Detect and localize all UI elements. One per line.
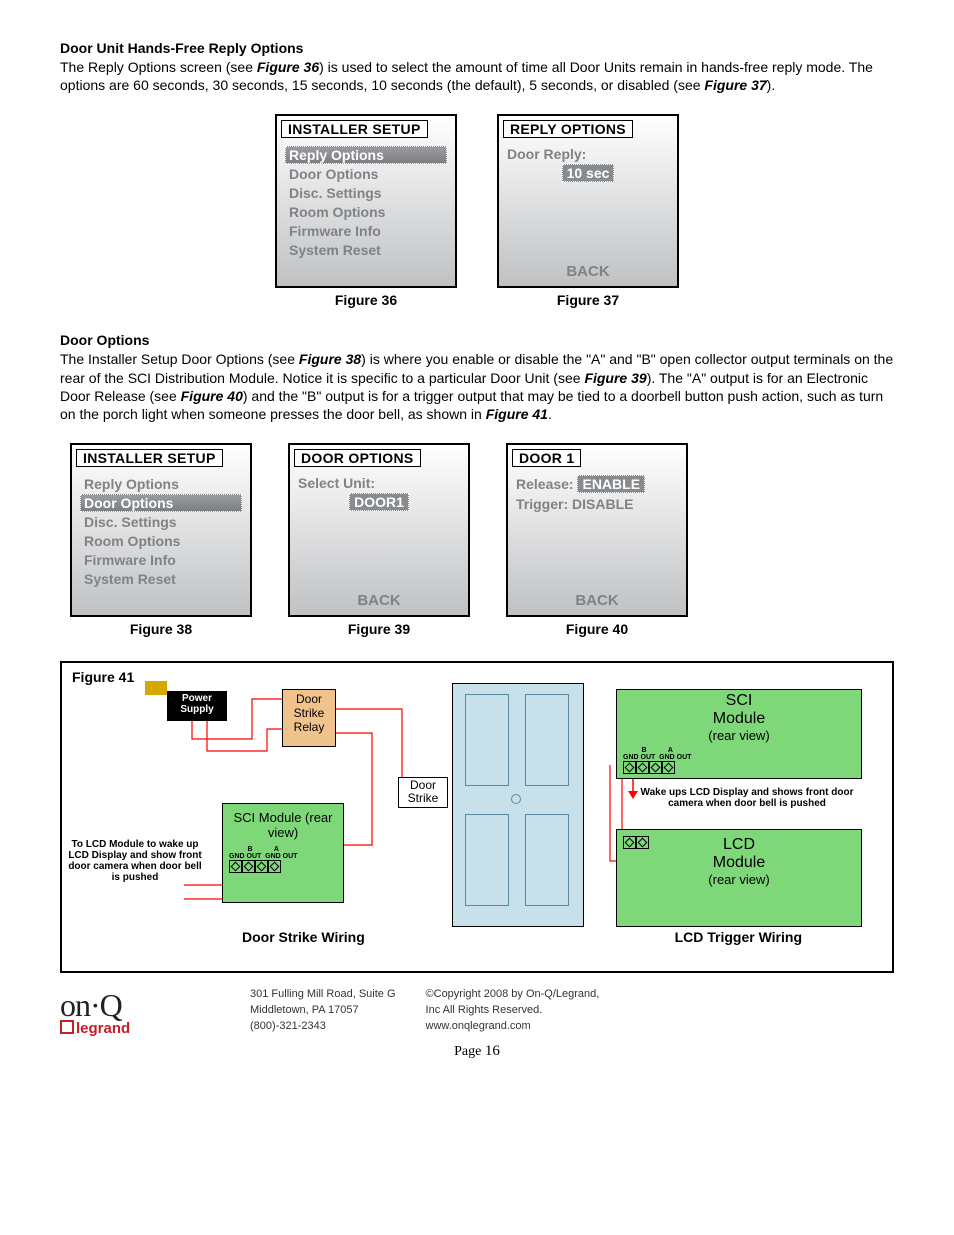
screen-installer-setup-36: INSTALLER SETUP Reply Options Door Optio… xyxy=(275,114,457,288)
figure-38: INSTALLER SETUP Reply Options Door Optio… xyxy=(70,443,252,637)
menu-item[interactable]: Firmware Info xyxy=(80,551,242,569)
figure-36: INSTALLER SETUP Reply Options Door Optio… xyxy=(275,114,457,308)
selected-unit-value[interactable]: DOOR1 xyxy=(349,493,409,511)
figure-caption: Figure 37 xyxy=(557,292,619,308)
menu-item[interactable]: Room Options xyxy=(285,203,447,221)
menu-item[interactable]: System Reset xyxy=(285,241,447,259)
trigger-label: Trigger: xyxy=(516,496,568,512)
back-button[interactable]: BACK xyxy=(499,263,677,280)
menu-item[interactable]: Door Options xyxy=(80,494,242,512)
onq-logo-text: on·Q xyxy=(60,987,180,1024)
arrow-icon xyxy=(626,779,640,802)
menu-item[interactable]: Reply Options xyxy=(285,146,447,164)
figure-row-36-37: INSTALLER SETUP Reply Options Door Optio… xyxy=(60,114,894,308)
door-reply-value[interactable]: 10 sec xyxy=(562,164,615,182)
menu-item[interactable]: Door Options xyxy=(285,165,447,183)
screen-title: REPLY OPTIONS xyxy=(503,120,633,138)
menu-item[interactable]: Disc. Settings xyxy=(80,513,242,531)
menu-item[interactable]: System Reset xyxy=(80,570,242,588)
figure-caption: Figure 39 xyxy=(348,621,410,637)
screen-reply-options: REPLY OPTIONS Door Reply: 10 sec BACK xyxy=(497,114,679,288)
screen-title: INSTALLER SETUP xyxy=(281,120,428,138)
door-strike-wiring-caption: Door Strike Wiring xyxy=(242,929,365,945)
door-illustration xyxy=(452,683,584,927)
select-unit-label: Select Unit: xyxy=(298,475,460,491)
sci-module-right: SCI Module (rear view) B AGND OUT GND OU… xyxy=(616,689,862,779)
door-strike-relay-block: Door Strike Relay xyxy=(282,689,336,747)
screen-title: DOOR OPTIONS xyxy=(294,449,421,467)
reply-options-text: The Reply Options screen (see Figure 36)… xyxy=(60,58,894,94)
screen-door1: DOOR 1 Release: ENABLE Trigger: DISABLE … xyxy=(506,443,688,617)
back-button[interactable]: BACK xyxy=(290,592,468,609)
lcd-note-left: To LCD Module to wake up LCD Display and… xyxy=(66,839,204,883)
figure-41-label: Figure 41 xyxy=(72,669,134,685)
reply-options-section: Door Unit Hands-Free Reply Options The R… xyxy=(60,40,894,94)
legrand-logo-text: legrand xyxy=(60,1020,180,1037)
footer-address: 301 Fulling Mill Road, Suite G Middletow… xyxy=(250,987,396,1035)
door-options-heading: Door Options xyxy=(60,332,894,348)
back-button[interactable]: BACK xyxy=(508,592,686,609)
lcd-trigger-wiring-caption: LCD Trigger Wiring xyxy=(675,929,802,945)
power-supply-block: PowerSupply xyxy=(167,691,227,721)
page-footer: on·Q legrand 301 Fulling Mill Road, Suit… xyxy=(60,987,894,1037)
lcd-module-right: LCD Module (rear view) xyxy=(616,829,862,927)
figure-row-38-40: INSTALLER SETUP Reply Options Door Optio… xyxy=(60,443,894,637)
screen-title: INSTALLER SETUP xyxy=(76,449,223,467)
figure-39: DOOR OPTIONS Select Unit: DOOR1 BACK Fig… xyxy=(288,443,470,637)
trigger-value[interactable]: DISABLE xyxy=(572,496,633,512)
menu-item[interactable]: Disc. Settings xyxy=(285,184,447,202)
figure-37: REPLY OPTIONS Door Reply: 10 sec BACK Fi… xyxy=(497,114,679,308)
sci-module-left: SCI Module (rear view) B AGND OUT GND OU… xyxy=(222,803,344,903)
wake-note-right: Wake ups LCD Display and shows front doo… xyxy=(636,787,858,809)
door-options-section: Door Options The Installer Setup Door Op… xyxy=(60,332,894,423)
door-strike-label: Door Strike xyxy=(398,777,448,807)
footer-copyright: ©Copyright 2008 by On-Q/Legrand, Inc All… xyxy=(426,987,600,1035)
figure-caption: Figure 38 xyxy=(130,621,192,637)
menu-item[interactable]: Reply Options xyxy=(80,475,242,493)
door-options-text: The Installer Setup Door Options (see Fi… xyxy=(60,350,894,423)
figure-40: DOOR 1 Release: ENABLE Trigger: DISABLE … xyxy=(506,443,688,637)
screen-installer-setup-38: INSTALLER SETUP Reply Options Door Optio… xyxy=(70,443,252,617)
door-reply-label: Door Reply: xyxy=(507,146,669,162)
reply-options-heading: Door Unit Hands-Free Reply Options xyxy=(60,40,894,56)
release-label: Release: xyxy=(516,476,574,492)
menu-list: Reply Options Door Options Disc. Setting… xyxy=(285,146,447,260)
screen-door-options: DOOR OPTIONS Select Unit: DOOR1 BACK xyxy=(288,443,470,617)
figure-caption: Figure 40 xyxy=(566,621,628,637)
diagram-subcaptions: Door Strike Wiring LCD Trigger Wiring xyxy=(72,929,882,945)
menu-item[interactable]: Firmware Info xyxy=(285,222,447,240)
figure-caption: Figure 36 xyxy=(335,292,397,308)
menu-item[interactable]: Room Options xyxy=(80,532,242,550)
screen-title: DOOR 1 xyxy=(512,449,581,467)
brand-logo: on·Q legrand xyxy=(60,987,180,1037)
figure-41-diagram: Figure 41 PowerSupply Door Strike Relay … xyxy=(60,661,894,973)
release-value[interactable]: ENABLE xyxy=(577,475,645,493)
page-number: Page 16 xyxy=(60,1043,894,1060)
